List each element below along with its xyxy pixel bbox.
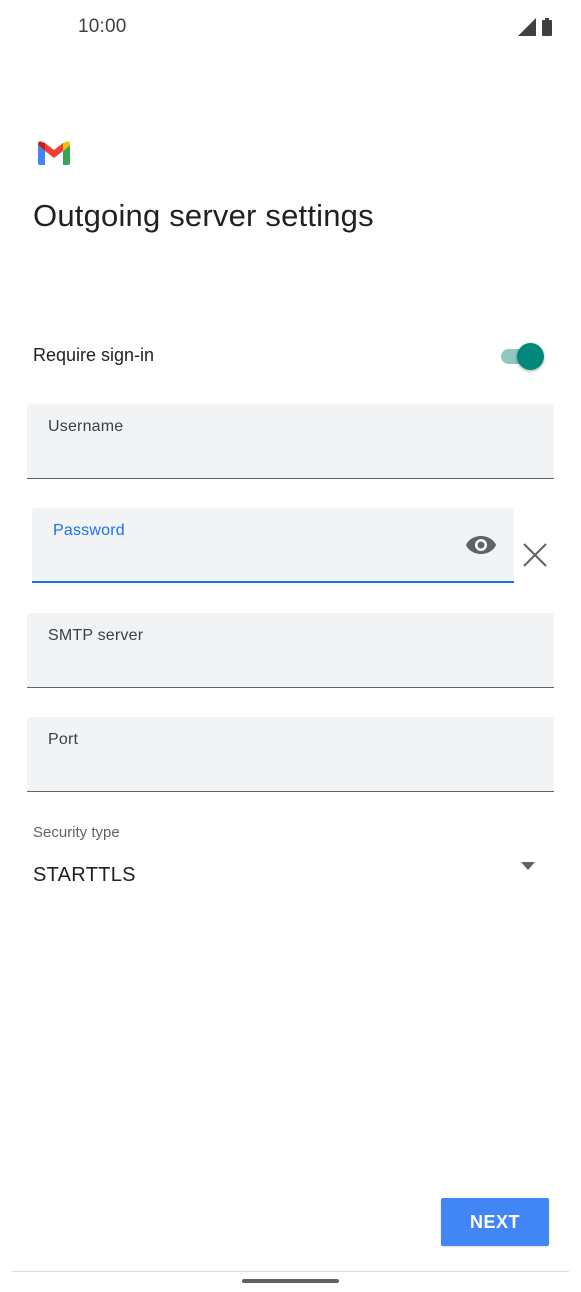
status-time: 10:00 xyxy=(78,16,127,37)
password-field[interactable]: Password xyxy=(32,508,514,583)
signal-icon xyxy=(518,18,536,36)
page-title: Outgoing server settings xyxy=(33,198,374,233)
screen: 10:00 Outgoing server settings Require s… xyxy=(0,0,581,1292)
clear-icon[interactable] xyxy=(521,541,549,569)
smtp-server-field[interactable]: SMTP server xyxy=(27,613,554,688)
security-type-dropdown[interactable]: STARTTLS xyxy=(27,855,554,899)
require-signin-toggle[interactable] xyxy=(499,341,545,371)
port-label: Port xyxy=(48,731,79,748)
smtp-server-label: SMTP server xyxy=(48,627,144,644)
security-type-label: Security type xyxy=(33,824,120,841)
nav-divider xyxy=(12,1271,569,1272)
security-type-value: STARTTLS xyxy=(33,864,136,886)
dropdown-arrow-icon xyxy=(521,862,535,870)
battery-icon xyxy=(542,18,552,36)
port-field[interactable]: Port xyxy=(27,717,554,792)
require-signin-label: Require sign-in xyxy=(33,345,155,365)
username-label: Username xyxy=(48,418,124,435)
home-handle[interactable] xyxy=(242,1279,339,1283)
gmail-logo xyxy=(38,141,70,165)
status-icons xyxy=(518,18,552,36)
password-label: Password xyxy=(53,522,125,539)
toggle-thumb xyxy=(517,343,544,370)
show-password-icon[interactable] xyxy=(465,532,497,558)
next-button[interactable]: NEXT xyxy=(441,1198,549,1246)
username-field[interactable]: Username xyxy=(27,404,554,479)
